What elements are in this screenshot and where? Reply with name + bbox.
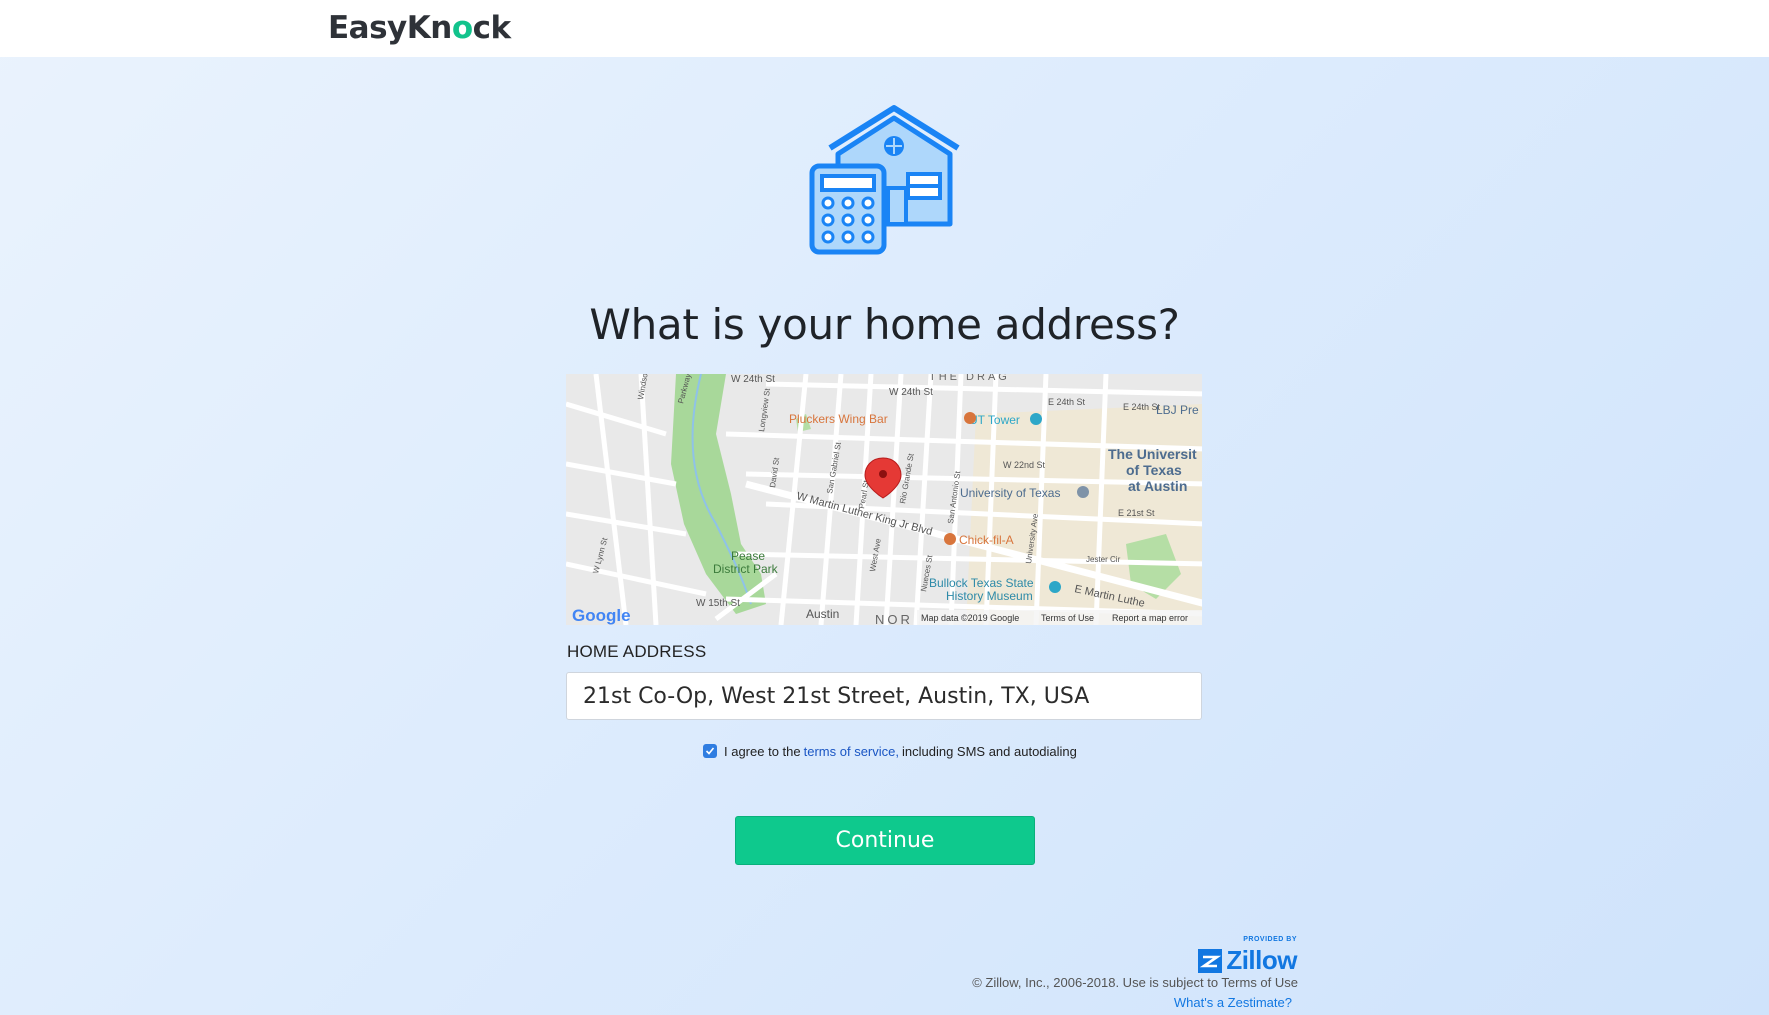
zillow-copyright: © Zillow, Inc., 2006-2018. Use is subjec… (972, 975, 1298, 990)
map-label: W 15th St (696, 598, 740, 609)
continue-button[interactable]: Continue (735, 816, 1035, 865)
map-label: Bullock Texas State (929, 576, 1034, 590)
map-label: Austin (806, 607, 839, 621)
home-address-label: HOME ADDRESS (567, 642, 707, 661)
museum-pin-icon[interactable] (1049, 581, 1061, 593)
house-calculator-icon (808, 104, 960, 256)
map-label: of Texas (1126, 462, 1182, 478)
map-label: Jester Cir (1086, 555, 1121, 564)
map-label: The Universit (1108, 446, 1197, 462)
map-label: W 24th St (889, 387, 933, 398)
terms-of-service-link[interactable]: terms of service, (804, 744, 899, 759)
google-logo: Google (572, 606, 631, 625)
map-label: District Park (713, 562, 779, 576)
map-label: E 21st St (1118, 508, 1155, 518)
map-label: NOR (875, 612, 913, 625)
provided-by-label: PROVIDED BY (1243, 936, 1297, 943)
landmark-pin-icon[interactable] (1030, 413, 1042, 425)
checkmark-icon (705, 747, 715, 755)
map-label: LBJ Pre (1156, 403, 1199, 417)
zillow-logo[interactable]: Zillow (1198, 945, 1297, 976)
zillow-z-icon (1198, 948, 1223, 973)
map-label: University of Texas (960, 486, 1060, 500)
home-address-input[interactable] (566, 672, 1202, 720)
map-label: at Austin (1128, 478, 1187, 494)
address-map[interactable]: W 24th St THE DRAG W 24th St E 24th St E… (566, 374, 1202, 625)
map-label: E 24th St (1048, 397, 1086, 407)
agree-suffix: including SMS and autodialing (901, 743, 1077, 759)
map-report-link[interactable]: Report a map error (1112, 613, 1188, 623)
map-terms-link[interactable]: Terms of Use (1041, 613, 1094, 623)
map-label: Pease (731, 549, 765, 563)
easyknock-logo[interactable]: EasyKnock (328, 10, 511, 46)
restaurant-pin-icon[interactable] (944, 533, 956, 545)
map-label: W 24th St (731, 374, 775, 385)
map-label: THE DRAG (929, 374, 1010, 383)
map-label: UT Tower (969, 413, 1020, 427)
terms-checkbox[interactable] (703, 744, 717, 758)
page-title: What is your home address? (589, 300, 1180, 349)
restaurant-pin-icon[interactable] (964, 412, 976, 424)
top-bar: EasyKnock (0, 0, 1769, 57)
map-label: W 22nd St (1003, 460, 1046, 470)
zillow-attribution: PROVIDED BY Zillow (1198, 936, 1297, 976)
terms-agreement: I agree to the terms of service, includi… (703, 741, 1077, 761)
whats-a-zestimate-link[interactable]: What's a Zestimate? (1174, 995, 1292, 1010)
map-data-text: Map data ©2019 Google (921, 613, 1019, 623)
agree-prefix: I agree to the (724, 743, 801, 759)
university-pin-icon[interactable] (1077, 486, 1089, 498)
map-label: History Museum (946, 589, 1033, 603)
map-label: Chick-fil-A (959, 533, 1014, 547)
map-label: E 24th St (1123, 402, 1161, 412)
map-label: Pluckers Wing Bar (789, 412, 888, 426)
